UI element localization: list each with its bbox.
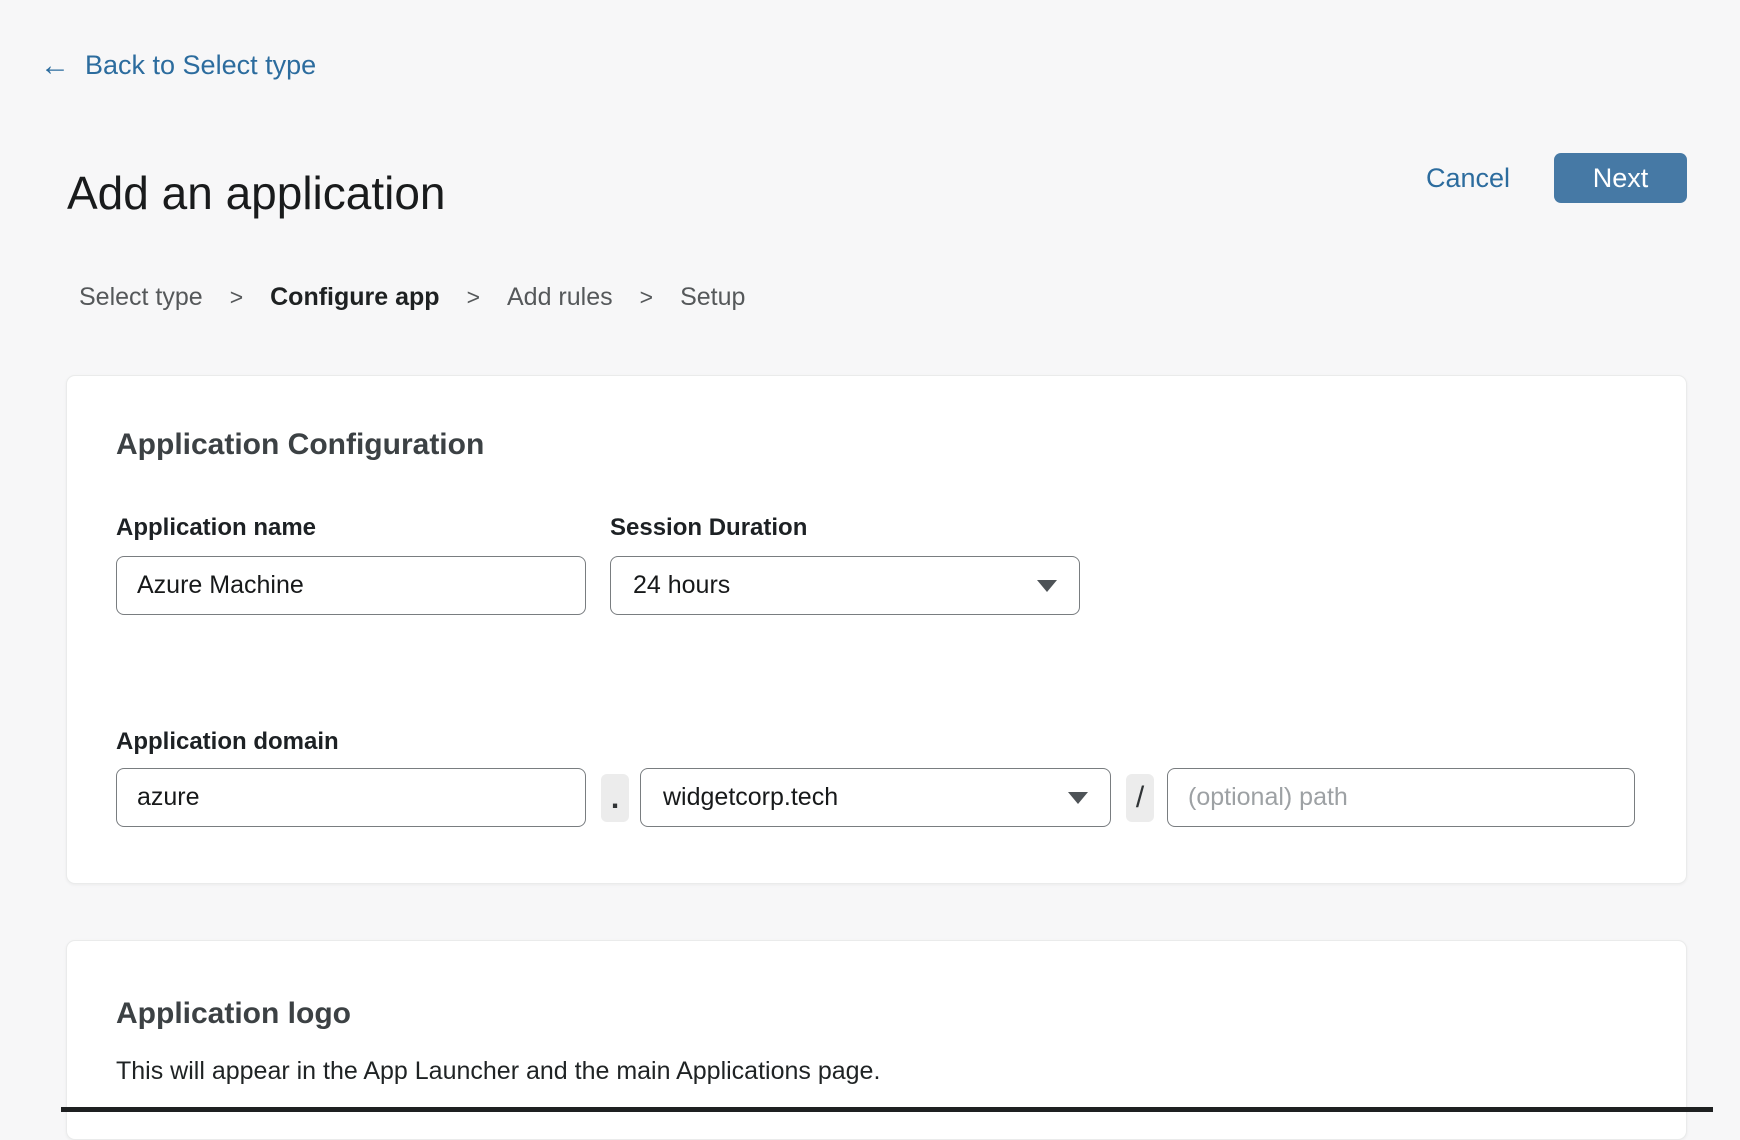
- step-separator-icon: >: [640, 284, 653, 311]
- back-link[interactable]: ← Back to Select type: [40, 50, 316, 81]
- back-arrow-icon: ←: [40, 51, 70, 81]
- bottom-edge-strip: [61, 1107, 1713, 1112]
- application-name-label: Application name: [116, 514, 316, 542]
- back-link-label: Back to Select type: [85, 50, 316, 81]
- subdomain-input[interactable]: [116, 768, 586, 827]
- next-button[interactable]: Next: [1554, 153, 1687, 203]
- domain-select[interactable]: widgetcorp.tech: [640, 768, 1111, 827]
- path-input[interactable]: [1167, 768, 1635, 827]
- step-add-rules[interactable]: Add rules: [507, 283, 613, 312]
- application-configuration-card: Application Configuration Application na…: [66, 375, 1687, 884]
- config-card-title: Application Configuration: [116, 428, 484, 462]
- logo-card-title: Application logo: [116, 997, 351, 1031]
- logo-card-description: This will appear in the App Launcher and…: [116, 1057, 880, 1086]
- add-application-page: ← Back to Select type Add an application…: [0, 0, 1740, 1112]
- chevron-down-icon: [1068, 792, 1088, 804]
- application-name-input[interactable]: [116, 556, 586, 615]
- step-separator-icon: >: [230, 284, 243, 311]
- application-domain-label: Application domain: [116, 728, 339, 756]
- chevron-down-icon: [1037, 580, 1057, 592]
- step-setup[interactable]: Setup: [680, 283, 745, 312]
- header-actions: Cancel Next: [1426, 153, 1687, 203]
- step-select-type[interactable]: Select type: [79, 283, 203, 312]
- session-duration-value: 24 hours: [633, 571, 730, 600]
- session-duration-label: Session Duration: [610, 514, 807, 542]
- step-separator-icon: >: [467, 284, 480, 311]
- page-title: Add an application: [67, 166, 446, 220]
- step-configure-app[interactable]: Configure app: [270, 283, 439, 312]
- cancel-button[interactable]: Cancel: [1426, 163, 1510, 194]
- domain-dot-separator: .: [601, 774, 629, 822]
- session-duration-select[interactable]: 24 hours: [610, 556, 1080, 615]
- domain-slash-separator: /: [1126, 774, 1154, 822]
- breadcrumb-steps: Select type > Configure app > Add rules …: [79, 283, 745, 312]
- domain-select-value: widgetcorp.tech: [663, 783, 838, 812]
